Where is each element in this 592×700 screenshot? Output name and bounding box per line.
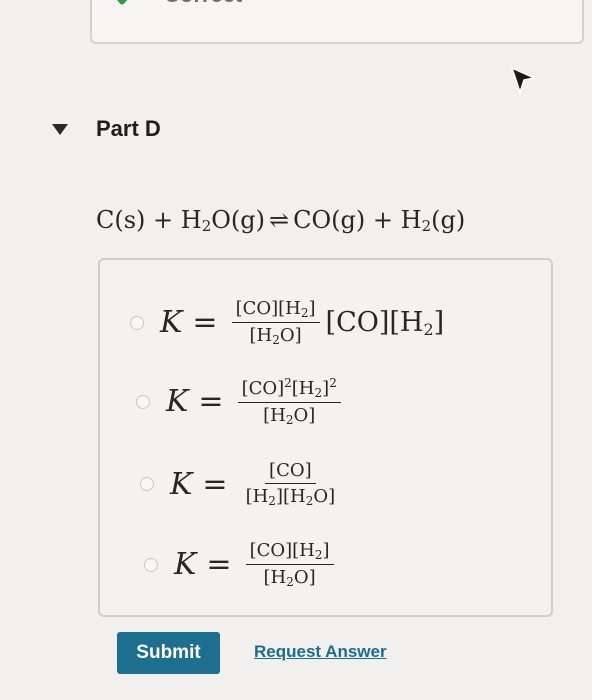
check-icon	[116, 0, 128, 5]
equals-sign: =	[198, 384, 224, 419]
radio-button[interactable]	[140, 477, 154, 491]
choice-option-1[interactable]: K = [CO][H2] [H2O] [CO][H2]	[130, 298, 444, 347]
request-answer-link[interactable]: Request Answer	[254, 642, 387, 662]
k-symbol: K	[166, 384, 189, 419]
equals-sign: =	[202, 466, 228, 502]
numerator: [CO][H2]	[245, 540, 334, 565]
choice-option-2[interactable]: K = [CO]2[H2]2 [H2O]	[136, 376, 341, 427]
denominator: [H2][H2O]	[245, 486, 336, 508]
numerator: [CO][H2]	[231, 298, 320, 323]
extra-term: [CO][H2]	[325, 306, 445, 339]
choice-option-3[interactable]: K = [CO] [H2][H2O]	[140, 460, 339, 508]
part-title: Part D	[96, 116, 161, 141]
denominator: [H2O]	[263, 567, 316, 589]
k-symbol: K	[170, 466, 193, 502]
choice-option-4[interactable]: K = [CO][H2] [H2O]	[144, 540, 334, 589]
fraction: [CO][H2] [H2O]	[245, 540, 334, 589]
radio-button[interactable]	[136, 394, 150, 409]
equals-sign: =	[192, 305, 218, 340]
mouse-cursor-icon	[510, 66, 536, 94]
denominator: [H2O]	[263, 405, 316, 427]
radio-button[interactable]	[130, 315, 144, 330]
fraction: [CO] [H2][H2O]	[242, 460, 340, 508]
submit-button[interactable]: Submit	[117, 632, 220, 674]
k-symbol: K	[174, 547, 197, 582]
reaction-equation: C(s) + H2O(g) ⇌ CO(g) + H2(g)	[96, 206, 466, 235]
radio-button[interactable]	[144, 557, 158, 572]
k-symbol: K	[160, 305, 183, 340]
correct-status-label: Correct	[164, 0, 242, 8]
answer-choices-box: K = [CO][H2] [H2O] [CO][H2] K = [CO]2[H2…	[98, 258, 553, 617]
fraction: [CO][H2] [H2O]	[231, 298, 320, 347]
numerator: [CO]2[H2]2	[237, 376, 341, 403]
denominator: [H2O]	[249, 325, 302, 347]
fraction: [CO]2[H2]2 [H2O]	[237, 376, 341, 427]
equals-sign: =	[206, 547, 232, 582]
numerator: [CO]	[265, 460, 316, 484]
triangle-down-icon[interactable]	[52, 124, 68, 136]
previous-part-card: Correct	[90, 0, 584, 44]
